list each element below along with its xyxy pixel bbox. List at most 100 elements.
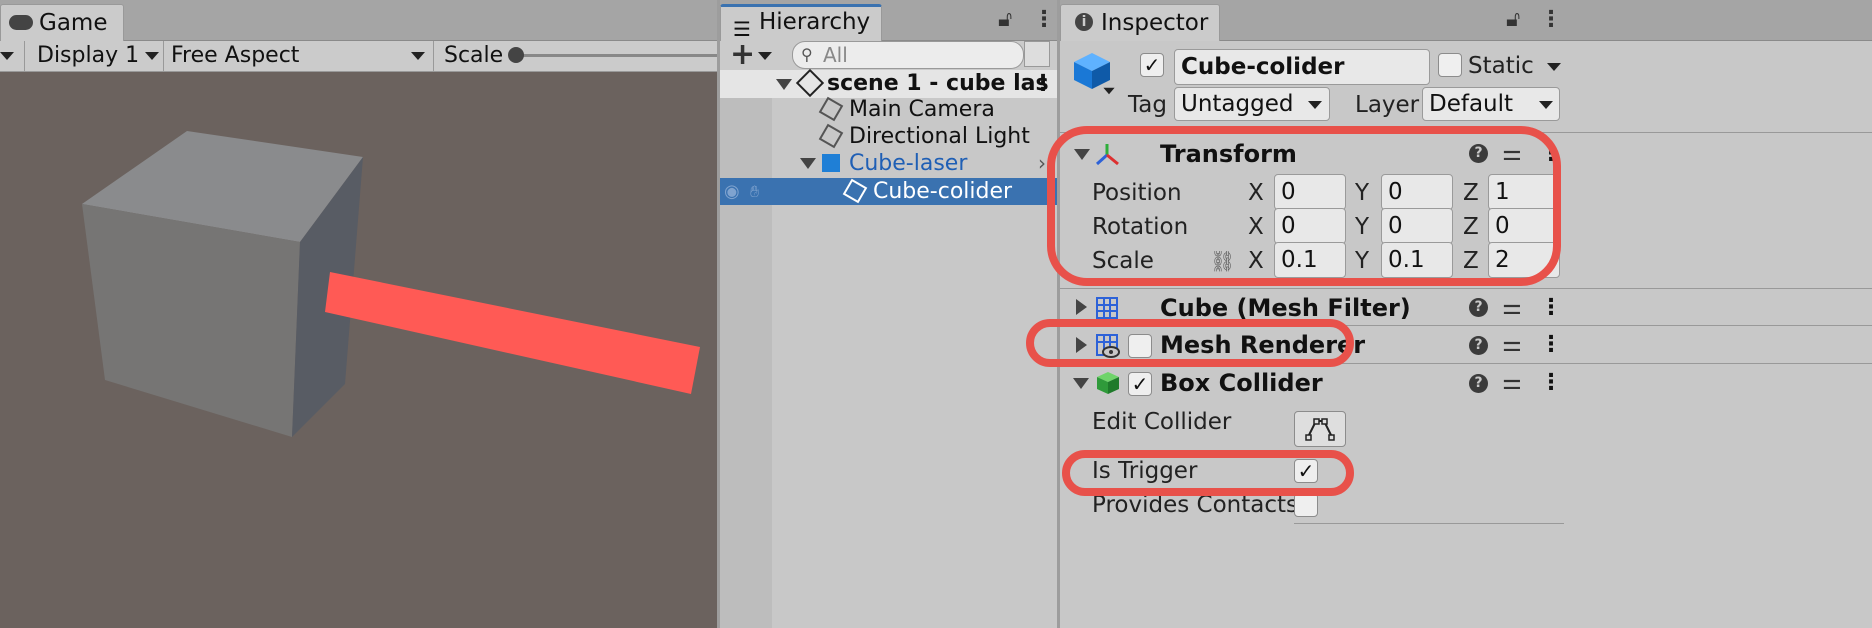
lock-icon[interactable]: 🔓︎ [1506, 5, 1520, 35]
layer-value: Default [1429, 91, 1514, 117]
game-panel: Game Display 1 Free Aspect Scale [0, 0, 717, 628]
edit-collider-label: Edit Collider [1092, 409, 1232, 435]
scale-slider[interactable] [508, 47, 717, 63]
kebab-menu-icon[interactable]: ⋮ [1033, 5, 1055, 35]
hierarchy-gutter [720, 72, 772, 628]
presets-icon[interactable]: ⚌ [1502, 328, 1522, 362]
help-icon[interactable]: ? [1469, 298, 1488, 317]
search-icon: ⚲ [801, 45, 813, 64]
object-name-field[interactable]: Cube-colider [1174, 49, 1430, 85]
expand-triangle-icon[interactable] [776, 79, 792, 90]
hierarchy-item-directional-light[interactable]: Directional Light [772, 123, 1057, 150]
expand-triangle-icon[interactable] [800, 158, 816, 169]
hierarchy-item-label: Cube-laser [849, 151, 968, 176]
tab-game-label: Game [39, 10, 108, 36]
slider-thumb[interactable] [508, 47, 524, 63]
scene-row[interactable]: scene 1 - cube las ⋮ [720, 68, 1057, 98]
scene-icon [795, 68, 825, 98]
tab-inspector-label: Inspector [1101, 10, 1209, 36]
add-icon[interactable]: + [730, 37, 755, 72]
kebab-menu-icon[interactable]: ⋮ [1540, 366, 1562, 400]
chevron-down-icon [1308, 101, 1322, 109]
hierarchy-panel: ☰ Hierarchy 🔓︎ ⋮ + ⚲ All scene 1 - cube … [720, 0, 1057, 628]
hierarchy-item-main-camera[interactable]: Main Camera [772, 96, 1057, 123]
game-tabbar: Game [0, 0, 717, 41]
pick-hand-icon[interactable]: ✋︎ [750, 178, 759, 205]
scale-label: Scale [444, 43, 504, 68]
box-collider-body: Edit Collider Is Trigger ✓ Provides Cont… [1060, 401, 1872, 628]
edit-collider-button[interactable] [1294, 411, 1346, 447]
box-collider-icon [1097, 372, 1119, 394]
scene-name: scene 1 - cube las [827, 71, 1049, 96]
kebab-menu-icon[interactable]: ⋮ [1540, 328, 1562, 362]
gameobject-icon [818, 123, 844, 149]
checkmark-icon: ✓ [1143, 53, 1161, 77]
tab-game[interactable]: Game [0, 4, 124, 41]
chevron-down-icon [1539, 101, 1553, 109]
transform-highlight [1047, 126, 1561, 286]
hierarchy-toolbar: + ⚲ All [720, 37, 1057, 72]
arrow-right-icon: › [1038, 151, 1046, 175]
aspect-label: Free Aspect [171, 43, 300, 68]
layer-dropdown[interactable]: Default [1422, 87, 1560, 121]
chevron-down-icon[interactable] [1103, 87, 1115, 95]
lock-icon[interactable]: 🔓︎ [998, 5, 1012, 35]
box-collider-checkbox[interactable]: ✓ [1128, 372, 1152, 396]
aspect-dropdown[interactable]: Free Aspect [163, 41, 434, 71]
tab-hierarchy-label: Hierarchy [759, 9, 871, 35]
tab-inspector[interactable]: i Inspector [1060, 4, 1220, 41]
info-icon: i [1075, 13, 1093, 31]
expand-triangle-icon[interactable] [1076, 299, 1087, 315]
object-header: ✓ Cube-colider Static Tag Untagged Layer… [1060, 41, 1872, 135]
help-icon[interactable]: ? [1469, 336, 1488, 355]
chevron-down-icon[interactable] [758, 52, 772, 60]
game-viewport[interactable] [0, 72, 717, 628]
static-checkbox[interactable] [1438, 53, 1462, 77]
gameobject-icon [842, 178, 868, 204]
tag-label: Tag [1128, 92, 1167, 118]
cube-icon [1074, 53, 1110, 89]
hierarchy-search[interactable]: ⚲ All [792, 41, 1024, 69]
hierarchy-item-label: Main Camera [849, 97, 995, 122]
kebab-menu-icon[interactable]: ⋮ [1540, 5, 1562, 35]
hierarchy-item-cube-colider[interactable]: ◉ ✋︎ Cube-colider [720, 178, 1057, 205]
checkmark-icon: ✓ [1131, 372, 1149, 396]
chevron-down-icon[interactable] [0, 52, 14, 60]
expand-triangle-icon[interactable] [1073, 378, 1089, 389]
eye-icon[interactable]: ◉ [724, 178, 740, 205]
gamepad-icon [9, 15, 33, 30]
layer-label: Layer [1355, 92, 1420, 118]
tag-dropdown[interactable]: Untagged [1174, 87, 1330, 121]
static-label: Static [1468, 53, 1534, 79]
display-dropdown[interactable]: Display 1 [24, 41, 164, 71]
kebab-menu-icon[interactable]: ⋮ [1540, 291, 1562, 325]
search-placeholder: All [823, 43, 848, 67]
provides-contacts-checkbox[interactable] [1294, 493, 1318, 517]
game-toolbar: Display 1 Free Aspect Scale [0, 41, 717, 72]
tag-value: Untagged [1181, 91, 1294, 117]
hierarchy-tabbar: ☰ Hierarchy 🔓︎ ⋮ [720, 0, 1057, 43]
presets-icon[interactable]: ⚌ [1502, 291, 1522, 325]
active-checkbox[interactable]: ✓ [1140, 53, 1164, 77]
help-icon[interactable]: ? [1469, 374, 1488, 393]
object-name-value: Cube-colider [1181, 54, 1345, 80]
is-trigger-highlight [1062, 450, 1354, 496]
kebab-menu-icon[interactable]: ⋮ [1032, 70, 1054, 98]
presets-icon[interactable]: ⚌ [1502, 366, 1522, 400]
mesh-filter-icon [1096, 297, 1118, 319]
hierarchy-item-label: Directional Light [849, 124, 1030, 149]
chevron-down-icon [145, 52, 159, 60]
maximize-icon[interactable] [1024, 41, 1050, 67]
edit-collider-icon [1305, 418, 1335, 441]
box-collider-title: Box Collider [1160, 369, 1323, 397]
mesh-renderer-highlight [1026, 319, 1354, 367]
inspector-tabbar: i Inspector 🔓︎ ⋮ [1060, 0, 1872, 41]
cube-icon [822, 154, 840, 172]
chevron-down-icon [411, 52, 425, 60]
gameobject-icon [818, 96, 844, 122]
hierarchy-item-label: Cube-colider [873, 179, 1013, 204]
chevron-down-icon[interactable] [1547, 63, 1561, 71]
next-field-edge [1294, 523, 1564, 534]
box-collider-header[interactable]: ✓ Box Collider ? ⚌ ⋮ [1060, 363, 1872, 402]
hierarchy-item-cube-laser[interactable]: Cube-laser › [772, 150, 1057, 177]
